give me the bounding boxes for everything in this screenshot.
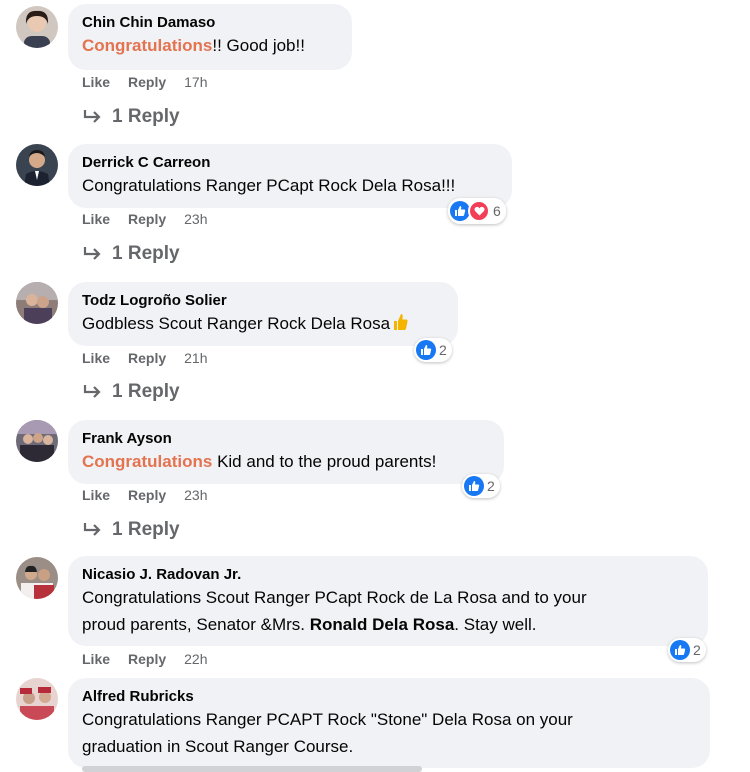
comment-bubble: Frank Ayson Congratulations Kid and to t… [68,420,504,484]
like-reaction-icon [450,201,470,221]
reply-arrow-icon [83,385,101,398]
comment-author[interactable]: Alfred Rubricks [82,687,696,706]
reaction-summary[interactable]: 2 [462,474,500,498]
avatar[interactable] [16,678,58,720]
reply-arrow-icon [83,247,101,260]
comment-text-body: Godbless Scout Ranger Rock Dela Rosa [82,314,391,333]
view-replies[interactable]: 1 Reply [82,381,180,403]
avatar[interactable] [16,557,58,599]
comment-author[interactable]: Derrick C Carreon [82,153,498,172]
comment-actions: Like Reply 23h [82,211,226,227]
comment-bubble: Alfred Rubricks Congratulations Ranger P… [68,678,710,768]
reply-button[interactable]: Reply [128,211,166,227]
reply-count[interactable]: 1 Reply [112,106,180,128]
love-reaction-icon [468,200,490,222]
reply-count[interactable]: 1 Reply [112,243,180,265]
avatar[interactable] [16,6,58,48]
comment-text-part: . Stay well. [454,615,537,634]
comment-text-line1: Congratulations Scout Ranger PCapt Rock … [82,588,587,607]
reply-count[interactable]: 1 Reply [112,381,180,403]
comment-text: Congratulations Kid and to the proud par… [82,448,490,475]
comment-actions: Like Reply 23h [82,487,226,503]
comment-author[interactable]: Frank Ayson [82,429,490,448]
comment-author[interactable]: Nicasio J. Radovan Jr. [82,565,694,584]
thumbs-up-emoji-icon [394,314,408,330]
comment-text: Godbless Scout Ranger Rock Dela Rosa [82,310,444,337]
timestamp[interactable]: 17h [184,74,207,90]
comment-bubble: Derrick C Carreon Congratulations Ranger… [68,144,512,208]
like-button[interactable]: Like [82,350,110,366]
like-reaction-icon [464,476,484,496]
comment-author[interactable]: Todz Logroño Solier [82,291,444,310]
like-button[interactable]: Like [82,487,110,503]
comment-bubble: Todz Logroño Solier Godbless Scout Range… [68,282,458,346]
timestamp[interactable]: 21h [184,350,207,366]
reaction-count: 2 [693,642,701,658]
scroll-edge-indicator [82,766,422,772]
like-reaction-icon [670,640,690,660]
avatar[interactable] [16,420,58,462]
reaction-count: 2 [487,478,495,494]
reply-button[interactable]: Reply [128,350,166,366]
reply-count[interactable]: 1 Reply [112,519,180,541]
tagged-person-link[interactable]: Ronald Dela Rosa [310,615,455,634]
reaction-count: 6 [493,203,501,219]
reaction-summary[interactable]: 6 [448,198,506,224]
reply-button[interactable]: Reply [128,74,166,90]
comment-actions: Like Reply 21h [82,350,226,366]
reaction-summary[interactable]: 2 [668,638,706,662]
comment-author[interactable]: Chin Chin Damaso [82,13,338,32]
like-reaction-icon [416,340,436,360]
avatar[interactable] [16,144,58,186]
reaction-summary[interactable]: 2 [414,338,452,362]
comment-text: Congratulations Ranger PCapt Rock Dela R… [82,176,456,195]
comment-bubble: Nicasio J. Radovan Jr. Congratulations S… [68,556,708,646]
comment-text-rest: !! Good job!! [212,36,305,55]
reply-arrow-icon [83,110,101,123]
like-button[interactable]: Like [82,211,110,227]
like-button[interactable]: Like [82,651,110,667]
comment-text-line1: Congratulations Ranger PCAPT Rock "Stone… [82,710,573,729]
timestamp[interactable]: 22h [184,651,207,667]
reply-button[interactable]: Reply [128,651,166,667]
comment-actions: Like Reply 22h [82,651,226,667]
comment-text-line2: proud parents, Senator &Mrs. Ronald Dela… [82,611,694,638]
like-button[interactable]: Like [82,74,110,90]
comment-text-rest: Kid and to the proud parents! [212,452,437,471]
comment-actions: Like Reply 17h [82,74,226,90]
reply-button[interactable]: Reply [128,487,166,503]
avatar[interactable] [16,282,58,324]
view-replies[interactable]: 1 Reply [82,243,180,265]
timestamp[interactable]: 23h [184,211,207,227]
reaction-count: 2 [439,342,447,358]
view-replies[interactable]: 1 Reply [82,519,180,541]
timestamp[interactable]: 23h [184,487,207,503]
comment-text: Congratulations!! Good job!! [82,32,338,59]
view-replies[interactable]: 1 Reply [82,106,180,128]
comment-bubble: Chin Chin Damaso Congratulations!! Good … [68,4,352,70]
reply-arrow-icon [83,523,101,536]
comment-text-line2: graduation in Scout Ranger Course. [82,737,354,756]
comment-text-part: proud parents, Senator &Mrs. [82,615,310,634]
highlighted-keyword[interactable]: Congratulations [82,452,212,471]
highlighted-keyword[interactable]: Congratulations [82,36,212,55]
